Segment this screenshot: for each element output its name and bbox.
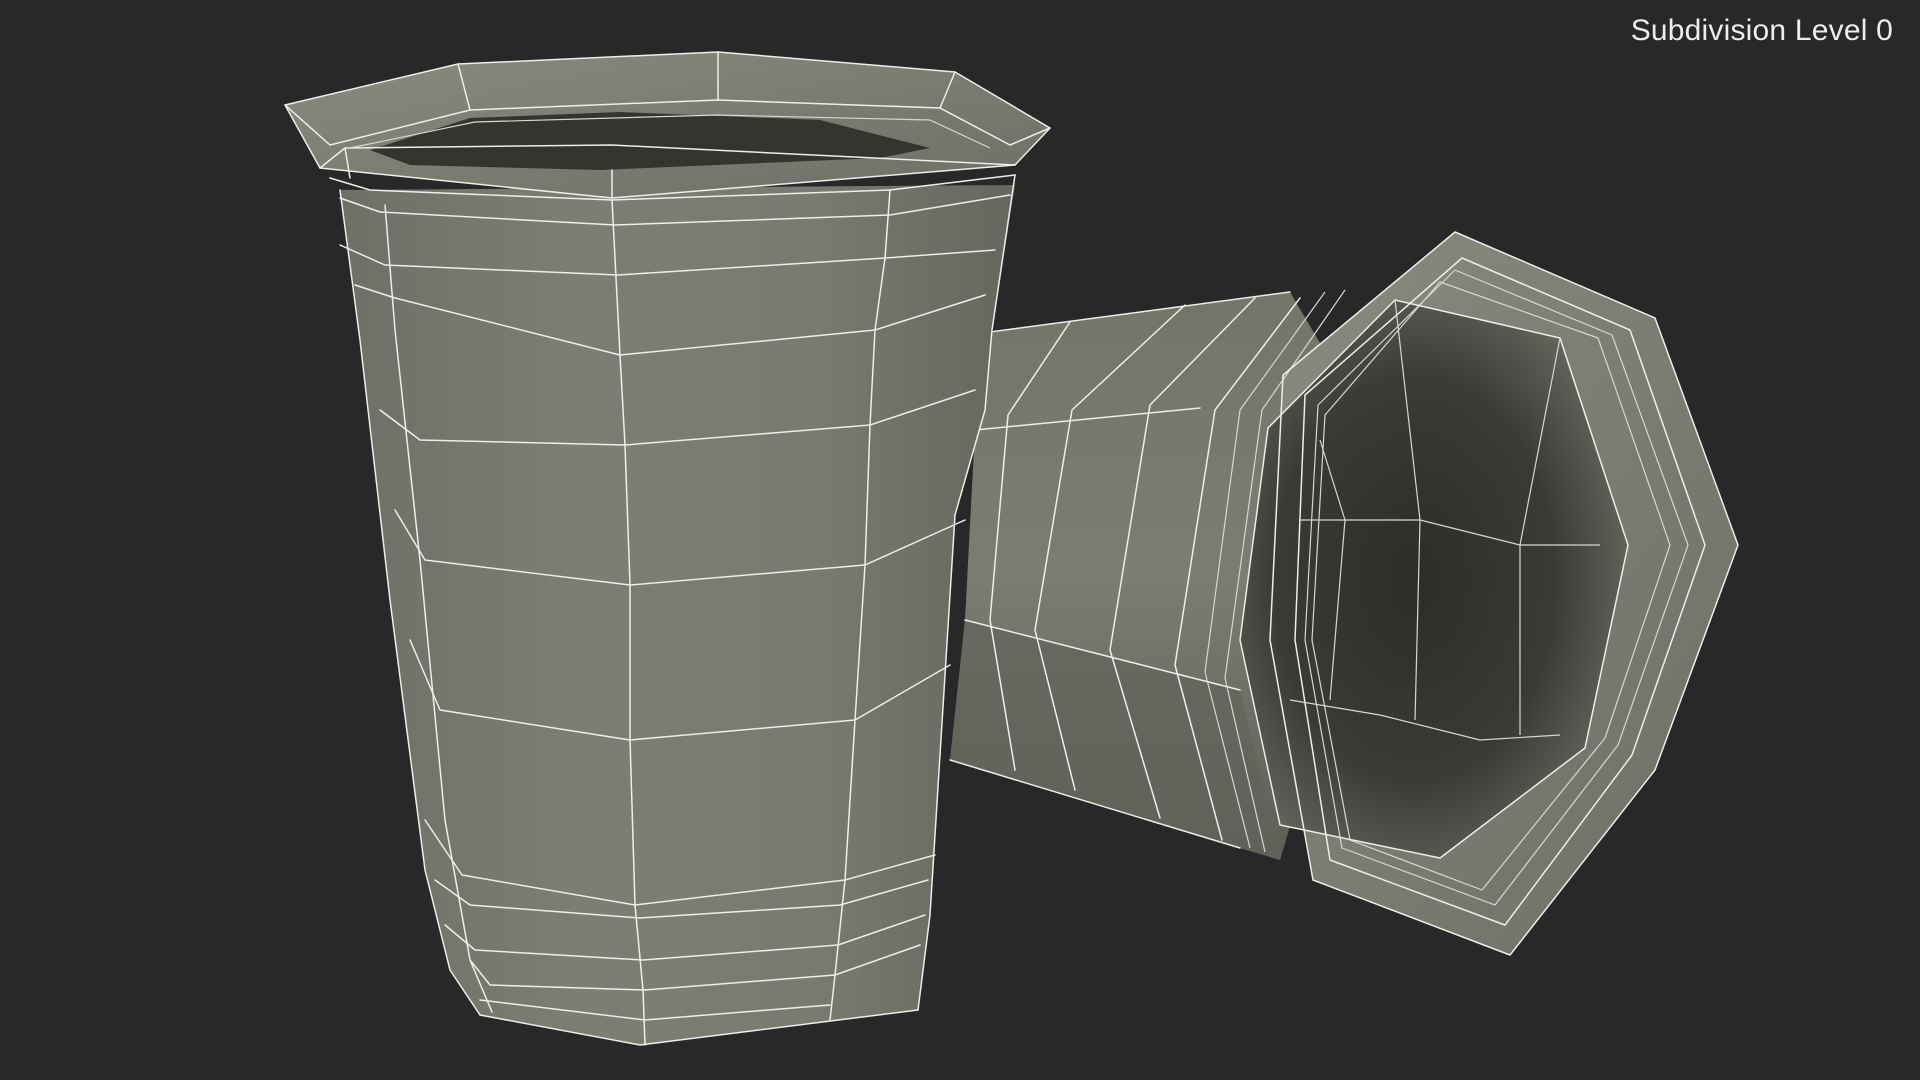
subdivision-level-label: Subdivision Level 0 <box>1630 14 1893 47</box>
3d-viewport[interactable]: Subdivision Level 0 <box>0 0 1920 1080</box>
scene-render <box>284 51 1739 1046</box>
standing-cup-mesh[interactable] <box>284 51 1051 1046</box>
lying-cup-mesh[interactable] <box>949 231 1739 956</box>
